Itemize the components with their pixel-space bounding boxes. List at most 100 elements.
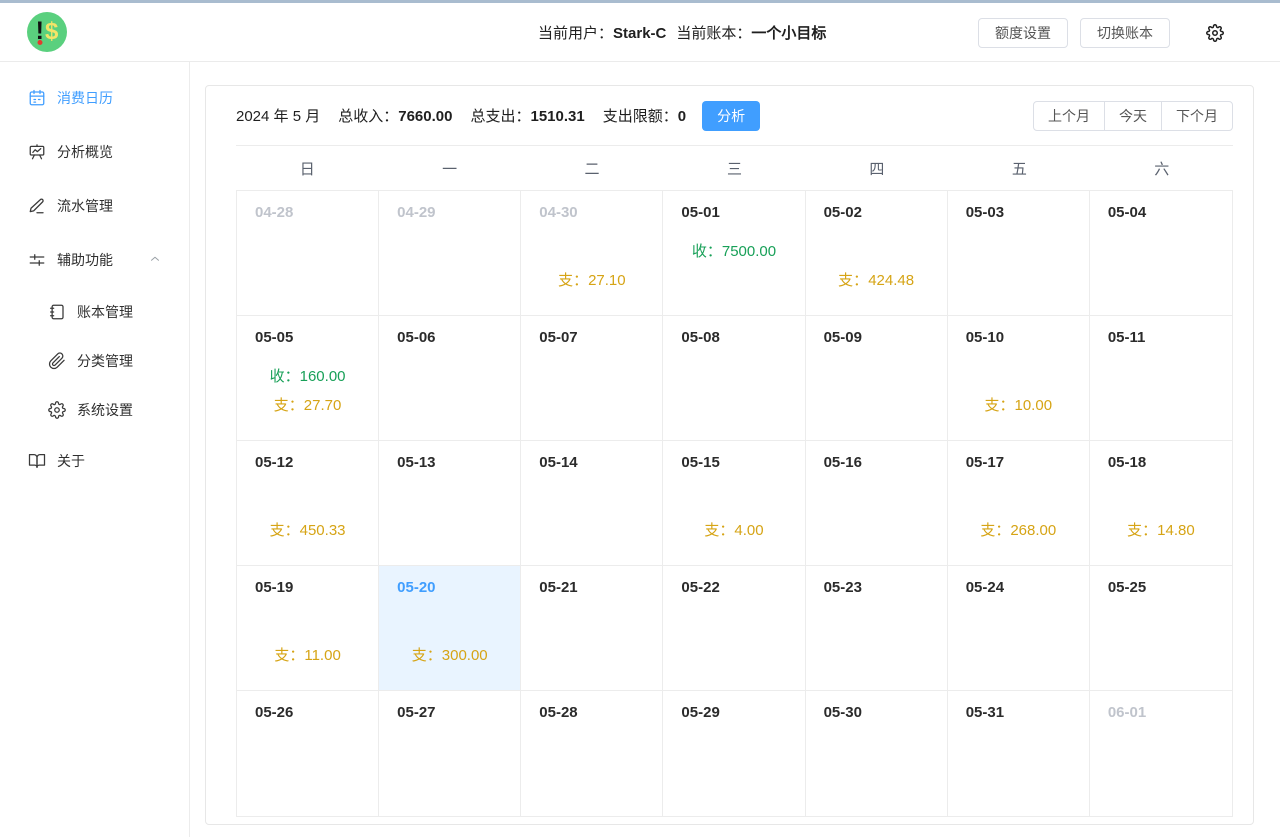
day-expense (379, 516, 520, 545)
quota-settings-button[interactable]: 额度设置 (978, 17, 1068, 48)
current-user-info: 当前用户：Stark-C 当前账本：一个小目标 (538, 3, 836, 62)
day-date-label: 05-23 (823, 579, 862, 596)
prev-month-button[interactable]: 上个月 (1033, 100, 1105, 131)
calendar-day-cell[interactable]: 05-29 (663, 691, 806, 816)
day-date-label: 05-03 (965, 204, 1005, 221)
sidebar-item-system-settings[interactable]: 系统设置 (0, 385, 189, 434)
calendar-day-cell[interactable]: 05-22 (663, 566, 806, 691)
calendar-day-cell[interactable]: 04-30 支：27.10 (521, 191, 664, 316)
calendar-day-cell[interactable]: 05-31 (947, 691, 1090, 816)
day-income (521, 737, 662, 766)
calendar-day-cell[interactable]: 06-01 (1089, 691, 1232, 816)
calendar-day-cell[interactable]: 05-03 (947, 191, 1090, 316)
day-expense (806, 516, 947, 545)
today-button[interactable]: 今天 (1104, 100, 1162, 131)
gear-icon[interactable] (1206, 23, 1224, 42)
day-expense (806, 391, 947, 420)
calendar-day-cell[interactable]: 05-28 (521, 691, 664, 816)
day-income: 收：7500.00 (691, 243, 777, 260)
day-income (663, 612, 804, 641)
day-expense: 支：300.00 (411, 647, 488, 664)
calendar-day-cell[interactable]: 05-01 收：7500.00 (663, 191, 806, 316)
calendar-day-cell[interactable]: 05-06 (379, 316, 522, 441)
calendar-day-cell[interactable]: 05-23 (805, 566, 948, 691)
calendar-day-cell[interactable]: 05-16 (805, 441, 948, 566)
day-date-label: 05-27 (397, 704, 436, 721)
sidebar-item-label: 辅助功能 (57, 252, 113, 268)
day-expense: 支：4.00 (704, 522, 764, 539)
weekday-label: 日 (299, 160, 315, 178)
sidebar-item-transactions[interactable]: 流水管理 (0, 179, 189, 233)
day-date-label: 05-08 (681, 329, 720, 346)
calendar-day-cell[interactable]: 05-21 (521, 566, 664, 691)
day-date-label: 05-12 (255, 454, 294, 471)
day-date-label: 05-06 (397, 329, 436, 346)
calendar-day-cell[interactable]: 05-02 支：424.48 (805, 191, 948, 316)
calendar-day-cell[interactable]: 05-15 支：4.00 (663, 441, 806, 566)
day-date-label: 05-26 (255, 704, 294, 721)
day-expense (1090, 641, 1232, 670)
calendar-day-cell[interactable]: 05-27 (379, 691, 522, 816)
day-income (237, 487, 378, 516)
analyze-button[interactable]: 分析 (702, 100, 761, 131)
calendar-day-cell[interactable]: 05-10 支：10.00 (947, 316, 1090, 441)
calendar-day-cell[interactable]: 05-05 收：160.00 支：27.70 (237, 316, 380, 441)
pen-icon (28, 197, 46, 215)
calendar-day-cell[interactable]: 05-14 (521, 441, 664, 566)
calendar-day-cell[interactable]: 05-25 (1089, 566, 1232, 691)
day-income (1090, 362, 1232, 391)
calendar-day-cell[interactable]: 05-12 支：450.33 (237, 441, 380, 566)
next-month-button[interactable]: 下个月 (1161, 100, 1233, 131)
day-date-label: 05-09 (823, 329, 862, 346)
weekday-label: 三 (726, 160, 742, 178)
ledger-value: 一个小目标 (751, 25, 827, 42)
day-date-label: 05-01 (681, 204, 720, 221)
switch-ledger-button[interactable]: 切换账本 (1080, 17, 1170, 48)
app-logo-icon: ! $ (27, 12, 67, 52)
day-income (948, 737, 1089, 766)
day-income (948, 362, 1089, 391)
day-expense: 支：268.00 (980, 522, 1057, 539)
calendar-day-cell[interactable]: 05-20 支：300.00 (379, 566, 522, 691)
paperclip-icon (48, 351, 66, 370)
day-date-label: 04-30 (539, 204, 578, 221)
calendar-day-cell[interactable]: 05-30 (805, 691, 948, 816)
day-expense (521, 641, 662, 670)
expense-limit-value: 0 (677, 108, 687, 125)
total-income-label: 总收入： (338, 108, 399, 125)
day-expense (379, 391, 520, 420)
sidebar-item-consume-calendar[interactable]: 消费日历 (0, 71, 189, 125)
day-income (379, 237, 520, 266)
calendar-day-cell[interactable]: 05-08 (663, 316, 806, 441)
calendar-day-cell[interactable]: 05-13 (379, 441, 522, 566)
sliders-icon (28, 251, 46, 269)
sidebar-item-category-management[interactable]: 分类管理 (0, 336, 189, 385)
day-income (806, 737, 947, 766)
calendar-day-cell[interactable]: 05-19 支：11.00 (237, 566, 380, 691)
calendar-day-cell[interactable]: 05-18 支：14.80 (1089, 441, 1232, 566)
calendar-day-cell[interactable]: 05-09 (805, 316, 948, 441)
calendar-day-cell[interactable]: 05-24 (947, 566, 1090, 691)
calendar-day-cell[interactable]: 05-17 支：268.00 (947, 441, 1090, 566)
sidebar-item-analysis-overview[interactable]: 分析概览 (0, 125, 189, 179)
calendar-day-cell[interactable]: 04-28 (237, 191, 380, 316)
calendar-day-cell[interactable]: 05-11 (1089, 316, 1232, 441)
day-income (237, 237, 378, 266)
current-month-label: 2024 年 5 月 (236, 108, 321, 125)
day-income (379, 612, 520, 641)
calendar-day-cell[interactable]: 04-29 (379, 191, 522, 316)
sidebar-item-ledger-management[interactable]: 账本管理 (0, 287, 189, 336)
day-income (379, 737, 520, 766)
day-income (806, 362, 947, 391)
sidebar-item-about[interactable]: 关于 (0, 434, 189, 488)
calendar-day-cell[interactable]: 05-26 (237, 691, 380, 816)
sidebar-item-label: 关于 (57, 453, 85, 469)
calendar-day-cell[interactable]: 05-07 (521, 316, 664, 441)
day-expense (521, 516, 662, 545)
day-date-label: 05-11 (1107, 329, 1146, 346)
day-expense (379, 766, 520, 795)
day-date-label: 05-02 (823, 204, 862, 221)
calendar-day-cell[interactable]: 05-04 (1089, 191, 1232, 316)
sidebar-item-auxiliary[interactable]: 辅助功能 (0, 233, 189, 287)
main-area: 2024 年 5 月 总收入：7660.00 总支出：1510.31 支出限额：… (190, 62, 1280, 837)
